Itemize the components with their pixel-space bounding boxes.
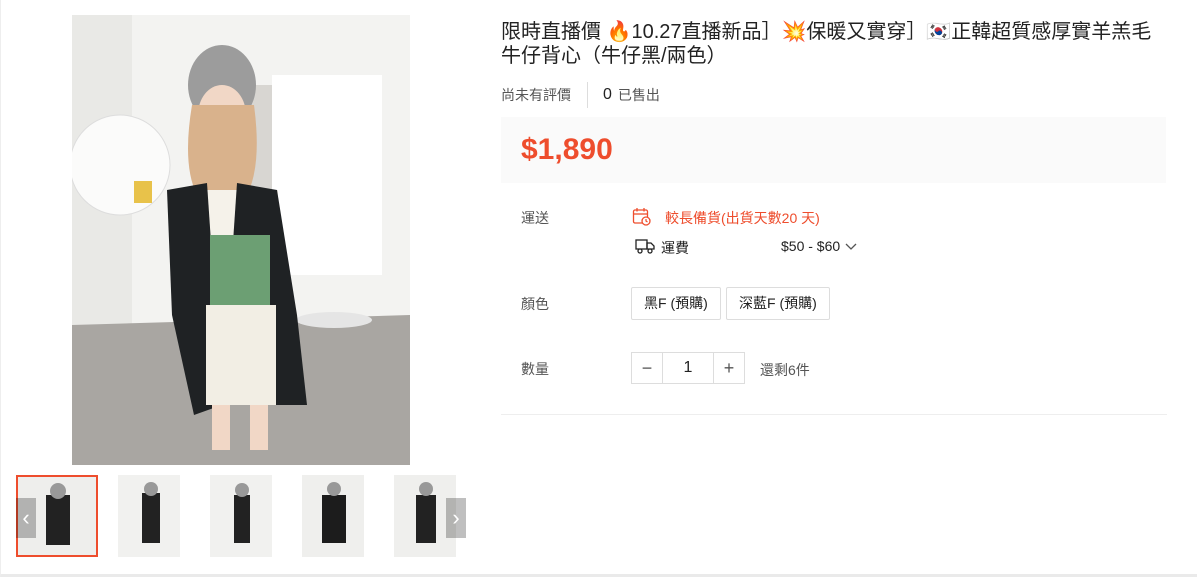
minus-icon: − — [641, 357, 653, 378]
price: $1,890 — [521, 133, 613, 166]
plus-icon: + — [723, 357, 735, 378]
chevron-down-icon — [845, 238, 857, 254]
quantity-input[interactable]: 1 — [663, 352, 713, 384]
stock-text: 還剩6件 — [760, 362, 810, 378]
sold-label: 已售出 — [617, 87, 660, 103]
main-product-image[interactable] — [72, 15, 410, 465]
quantity-increase-button[interactable]: + — [713, 352, 745, 384]
product-meta: 尚未有評價 0 已售出 — [501, 82, 660, 108]
shipping-fee-dropdown[interactable]: $50 - $60 — [781, 238, 857, 254]
chevron-left-icon: ‹ — [22, 505, 30, 530]
shipping-warning-text: 較長備貨(出貨天數20 天) — [665, 210, 820, 226]
quantity-label: 數量 — [521, 361, 549, 377]
gallery-next-button[interactable]: › — [446, 498, 466, 538]
product-title: 限時直播價 🔥10.27直播新品］💥保暖又實穿］🇰🇷正韓超質感厚實羊羔毛牛仔背心… — [501, 21, 1152, 67]
color-option-black[interactable]: 黑F (預購) — [631, 287, 721, 320]
gallery-prev-button[interactable]: ‹ — [16, 498, 36, 538]
calendar-icon — [632, 207, 651, 229]
thumbnail-strip: ‹ › — [16, 475, 466, 557]
thumbnail-3[interactable] — [210, 475, 272, 557]
chevron-right-icon: › — [452, 505, 460, 530]
shipping-label: 運送 — [521, 210, 549, 226]
truck-icon — [635, 237, 655, 258]
shipping-fee-label: 運費 — [661, 239, 689, 256]
quantity-stepper: − 1 + — [631, 352, 745, 384]
color-label: 顏色 — [521, 296, 549, 312]
shipping-fee-row: 運費 — [635, 237, 689, 258]
color-option-navy[interactable]: 深藍F (預購) — [726, 287, 830, 320]
divider — [501, 414, 1167, 415]
sold-count: 0 — [603, 86, 612, 103]
shipping-warning: 較長備貨(出貨天數20 天) — [632, 207, 820, 229]
shipping-fee-value: $50 - $60 — [781, 238, 841, 254]
quantity-decrease-button[interactable]: − — [631, 352, 663, 384]
rating-text[interactable]: 尚未有評價 — [501, 82, 588, 108]
thumbnail-4[interactable] — [302, 475, 364, 557]
price-box: $1,890 — [501, 117, 1166, 183]
thumbnail-2[interactable] — [118, 475, 180, 557]
